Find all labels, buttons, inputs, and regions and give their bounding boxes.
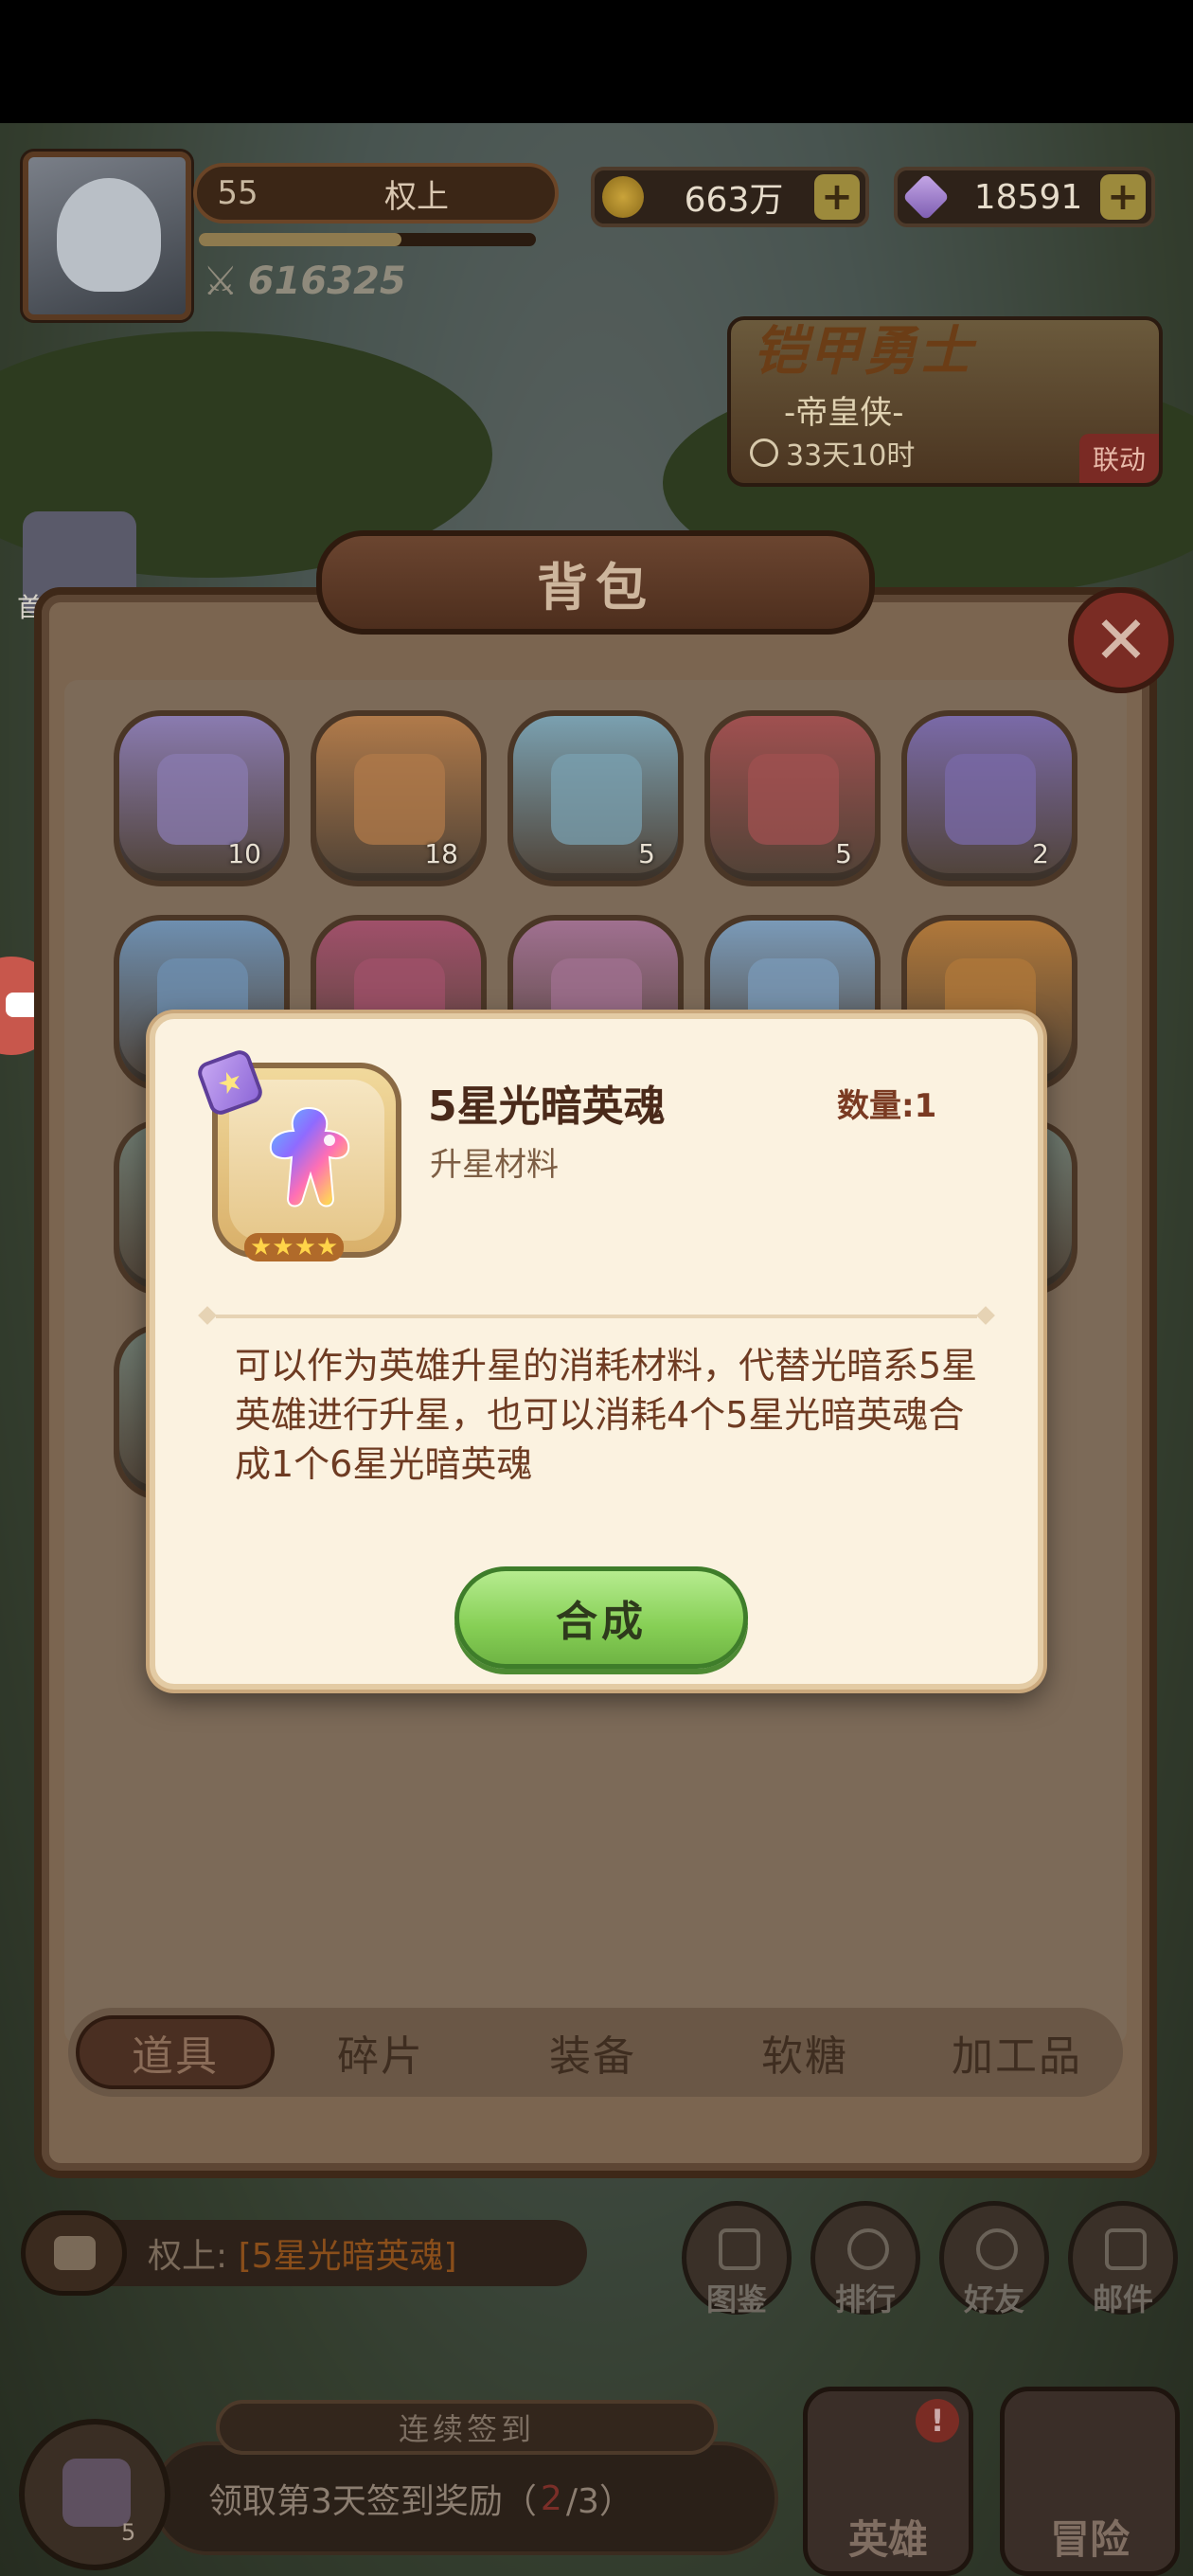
synthesize-button[interactable]: 合成 xyxy=(454,1566,748,1669)
clock-icon xyxy=(750,438,778,467)
friends-icon xyxy=(976,2228,1018,2270)
ranking-button[interactable]: 排行 xyxy=(810,2201,920,2317)
add-coins-button[interactable]: + xyxy=(814,174,860,220)
item-quantity-label: 2 xyxy=(1032,838,1049,869)
gem-counter: 18591 + xyxy=(894,167,1155,227)
mail-button[interactable]: 邮件 xyxy=(1068,2201,1178,2317)
item-quantity-label: 10 xyxy=(227,838,261,869)
sign-in-current-day: 2 xyxy=(540,2478,562,2518)
ranking-label: 排行 xyxy=(834,2281,896,2317)
item-quantity-label: 18 xyxy=(424,838,458,869)
inventory-item[interactable]: 10 xyxy=(114,710,290,886)
tab-fragments[interactable]: 碎片 xyxy=(275,2022,487,2083)
combat-power: ⚔ 616325 xyxy=(203,258,406,304)
envelope-icon xyxy=(1105,2228,1147,2270)
bag-tabs: 道具 碎片 装备 软糖 加工品 xyxy=(68,2008,1123,2097)
sign-in-header: 连续签到 xyxy=(216,2400,718,2455)
item-icon xyxy=(551,754,642,845)
item-icon xyxy=(354,754,445,845)
adventure-button[interactable]: 冒险 xyxy=(1000,2387,1180,2576)
item-detail-dialog: ★★★★ ★ 5星光暗英魂 数量:1 升星材料 可以作为英雄升星的消耗材料，代替… xyxy=(150,1013,1043,1690)
sign-in-reward-text: 领取第3天签到奖励（ 2/3） xyxy=(151,2442,778,2555)
item-category: 升星材料 xyxy=(430,1146,559,1184)
player-info-bar[interactable]: 55 权上 xyxy=(193,163,559,224)
item-star-rating: ★★★★ xyxy=(244,1233,345,1261)
coin-counter: 663万 + xyxy=(591,167,869,227)
hero-button[interactable]: ! 英雄 xyxy=(803,2387,973,2576)
player-name: 权上 xyxy=(384,177,449,216)
inventory-item[interactable]: 5 xyxy=(507,710,684,886)
book-icon xyxy=(719,2228,760,2270)
item-name: 5星光暗英魂 xyxy=(428,1082,666,1131)
player-avatar[interactable] xyxy=(23,152,191,320)
tab-items[interactable]: 道具 xyxy=(76,2015,275,2089)
event-tag: 联动 xyxy=(1078,434,1159,483)
adventure-label: 冒险 xyxy=(1049,2516,1130,2563)
gem-value: 18591 xyxy=(973,177,1083,217)
item-quantity-label: 5 xyxy=(638,838,655,869)
event-timer: 33天10时 xyxy=(750,432,915,474)
chat-message: 权上: [5星光暗英魂] xyxy=(148,2228,457,2278)
divider xyxy=(216,1315,977,1318)
chat-content: [5星光暗英魂] xyxy=(238,2237,457,2276)
item-quantity-label: 5 xyxy=(835,838,852,869)
hero-label: 英雄 xyxy=(847,2516,928,2563)
item-quantity: 数量:1 xyxy=(837,1087,937,1125)
event-title: 铠甲勇士 xyxy=(754,321,973,383)
close-button[interactable]: ✕ xyxy=(1068,587,1174,693)
add-gems-button[interactable]: + xyxy=(1100,174,1146,220)
diamond-icon xyxy=(902,173,950,221)
sign-in-panel[interactable]: 领取第3天签到奖励（ 2/3） 连续签到 5 xyxy=(9,2400,778,2570)
combat-power-value: 616325 xyxy=(247,259,406,303)
event-subtitle: -帝皇侠- xyxy=(784,394,904,432)
xp-bar xyxy=(199,233,536,246)
status-bar xyxy=(0,0,1193,123)
bag-title: 背包 xyxy=(316,530,875,635)
hero-soul-icon xyxy=(269,1106,350,1208)
event-banner[interactable]: 铠甲勇士 -帝皇侠- 33天10时 联动 xyxy=(727,316,1163,487)
friends-label: 好友 xyxy=(963,2281,1024,2317)
item-icon xyxy=(157,754,248,845)
crossed-swords-icon: ⚔ xyxy=(203,258,239,304)
item-icon xyxy=(748,754,839,845)
chat-bar[interactable]: 权上: [5星光暗英魂] xyxy=(21,2210,587,2296)
friends-button[interactable]: 好友 xyxy=(939,2201,1049,2317)
sign-in-text-prefix: 领取第3天签到奖励（ xyxy=(208,2482,537,2521)
coin-icon xyxy=(602,176,644,218)
inventory-item[interactable]: 2 xyxy=(901,710,1077,886)
sign-in-text-suffix: /3） xyxy=(565,2482,633,2521)
mail-label: 邮件 xyxy=(1092,2281,1153,2317)
notification-badge: ! xyxy=(916,2399,959,2442)
medal-icon xyxy=(847,2228,889,2270)
sign-in-reward-icon xyxy=(19,2419,170,2570)
chat-bubble-icon[interactable] xyxy=(21,2210,127,2296)
tab-processed-goods[interactable]: 加工品 xyxy=(911,2022,1123,2083)
inventory-item[interactable]: 5 xyxy=(704,710,881,886)
codex-button[interactable]: 图鉴 xyxy=(682,2201,792,2317)
player-level: 55 xyxy=(217,174,258,212)
item-icon xyxy=(945,754,1036,845)
chat-sender: 权上: xyxy=(148,2237,228,2276)
event-timer-text: 33天10时 xyxy=(786,439,916,473)
inventory-item[interactable]: 18 xyxy=(311,710,487,886)
tab-candy[interactable]: 软糖 xyxy=(699,2022,911,2083)
item-icon-frame: ★★★★ ★ xyxy=(194,1046,401,1261)
sign-in-reward-count: 5 xyxy=(121,2519,136,2546)
codex-label: 图鉴 xyxy=(705,2281,767,2317)
item-description: 可以作为英雄升星的消耗材料，代替光暗系5星英雄进行升星，也可以消耗4个5星光暗英… xyxy=(235,1345,978,1485)
coin-value: 663万 xyxy=(684,181,784,220)
star-icons: ★★★★ xyxy=(250,1233,339,1261)
tab-equipment[interactable]: 装备 xyxy=(487,2022,699,2083)
